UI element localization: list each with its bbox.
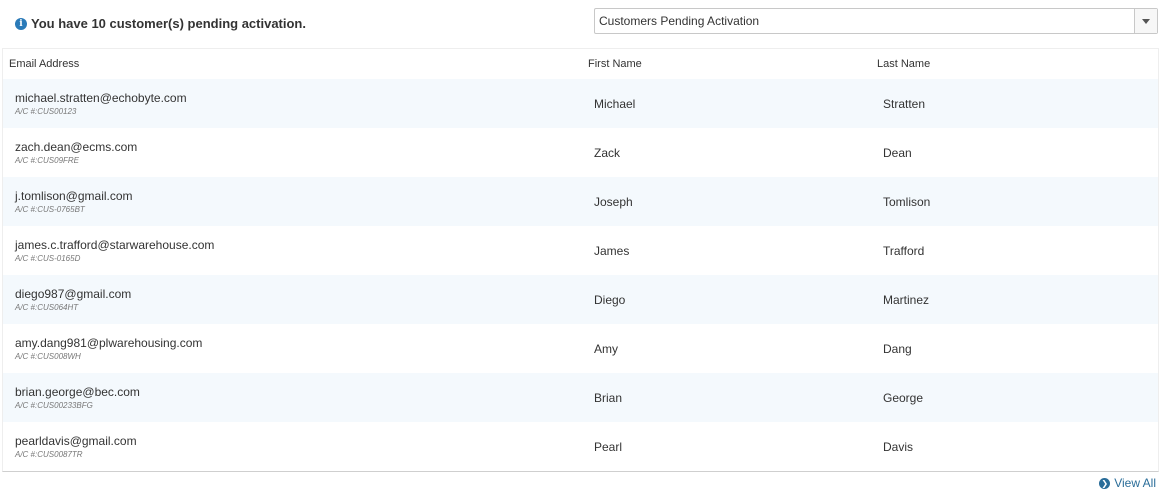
first-name-cell: Amy xyxy=(594,341,618,356)
account-number: A/C #:CUS00123 xyxy=(15,106,77,116)
first-name-cell: Joseph xyxy=(594,194,633,209)
table-body: michael.stratten@echobyte.com A/C #:CUS0… xyxy=(3,79,1158,471)
last-name-cell: Dean xyxy=(883,145,912,160)
pending-activation-notice: i You have 10 customer(s) pending activa… xyxy=(15,16,306,31)
first-name-cell: Pearl xyxy=(594,439,623,454)
email-address: james.c.trafford@starwarehouse.com xyxy=(15,237,215,252)
table-row[interactable]: james.c.trafford@starwarehouse.com A/C #… xyxy=(3,226,1158,275)
table-row[interactable]: michael.stratten@echobyte.com A/C #:CUS0… xyxy=(3,79,1158,128)
account-number: A/C #:CUS-0765BT xyxy=(15,204,85,214)
email-address: brian.george@bec.com xyxy=(15,384,140,399)
email-cell: zach.dean@ecms.com A/C #:CUS09FRE xyxy=(3,140,588,166)
account-number: A/C #:CUS09FRE xyxy=(15,155,80,165)
chevron-circle-right-icon: ❯ xyxy=(1099,477,1111,489)
table-row[interactable]: j.tomlison@gmail.com A/C #:CUS-0765BT Jo… xyxy=(3,177,1158,226)
table-row[interactable]: brian.george@bec.com A/C #:CUS00233BFG B… xyxy=(3,373,1158,422)
email-address: j.tomlison@gmail.com xyxy=(15,188,133,203)
table-row[interactable]: pearldavis@gmail.com A/C #:CUS0087TR Pea… xyxy=(3,422,1158,471)
account-number: A/C #:CUS008WH xyxy=(15,351,81,361)
account-number: A/C #:CUS-0165D xyxy=(15,253,81,263)
customers-table: Email Address First Name Last Name micha… xyxy=(2,48,1159,472)
caret-down-icon xyxy=(1142,18,1150,24)
customer-filter-select[interactable]: Customers Pending Activation xyxy=(594,8,1158,34)
top-bar: i You have 10 customer(s) pending activa… xyxy=(0,0,1165,46)
email-address: diego987@gmail.com xyxy=(15,286,132,301)
email-address: michael.stratten@echobyte.com xyxy=(15,90,187,105)
email-cell: j.tomlison@gmail.com A/C #:CUS-0765BT xyxy=(3,189,588,215)
last-name-cell: Dang xyxy=(883,341,912,356)
first-name-cell: James xyxy=(594,243,630,258)
account-number: A/C #:CUS00233BFG xyxy=(15,400,93,410)
select-value: Customers Pending Activation xyxy=(599,14,760,28)
email-cell: diego987@gmail.com A/C #:CUS064HT xyxy=(3,287,588,313)
account-number: A/C #:CUS0087TR xyxy=(15,449,83,459)
view-all-label: View All xyxy=(1114,476,1156,490)
column-header-first-name[interactable]: First Name xyxy=(588,58,877,70)
email-cell: pearldavis@gmail.com A/C #:CUS0087TR xyxy=(3,434,588,460)
last-name-cell: Trafford xyxy=(883,243,925,258)
email-cell: james.c.trafford@starwarehouse.com A/C #… xyxy=(3,238,588,264)
first-name-cell: Diego xyxy=(594,292,626,307)
email-cell: amy.dang981@plwarehousing.com A/C #:CUS0… xyxy=(3,336,588,362)
view-all-link[interactable]: ❯ View All xyxy=(1099,476,1156,490)
table-row[interactable]: zach.dean@ecms.com A/C #:CUS09FRE Zack D… xyxy=(3,128,1158,177)
last-name-cell: George xyxy=(883,390,924,405)
dropdown-button[interactable] xyxy=(1134,9,1157,33)
first-name-cell: Michael xyxy=(594,96,636,111)
last-name-cell: Martinez xyxy=(883,292,930,307)
table-header: Email Address First Name Last Name xyxy=(3,49,1158,79)
last-name-cell: Davis xyxy=(883,439,914,454)
email-address: pearldavis@gmail.com xyxy=(15,433,137,448)
table-row[interactable]: amy.dang981@plwarehousing.com A/C #:CUS0… xyxy=(3,324,1158,373)
last-name-cell: Tomlison xyxy=(883,194,931,209)
notice-text: You have 10 customer(s) pending activati… xyxy=(31,16,306,31)
last-name-cell: Stratten xyxy=(883,96,926,111)
email-cell: brian.george@bec.com A/C #:CUS00233BFG xyxy=(3,385,588,411)
column-header-email[interactable]: Email Address xyxy=(3,58,588,70)
email-cell: michael.stratten@echobyte.com A/C #:CUS0… xyxy=(3,91,588,117)
info-icon: i xyxy=(15,17,27,30)
first-name-cell: Brian xyxy=(594,390,623,405)
first-name-cell: Zack xyxy=(594,145,621,160)
email-address: zach.dean@ecms.com xyxy=(15,139,138,154)
column-header-last-name[interactable]: Last Name xyxy=(877,58,1158,70)
table-row[interactable]: diego987@gmail.com A/C #:CUS064HT Diego … xyxy=(3,275,1158,324)
email-address: amy.dang981@plwarehousing.com xyxy=(15,335,203,350)
account-number: A/C #:CUS064HT xyxy=(15,302,79,312)
